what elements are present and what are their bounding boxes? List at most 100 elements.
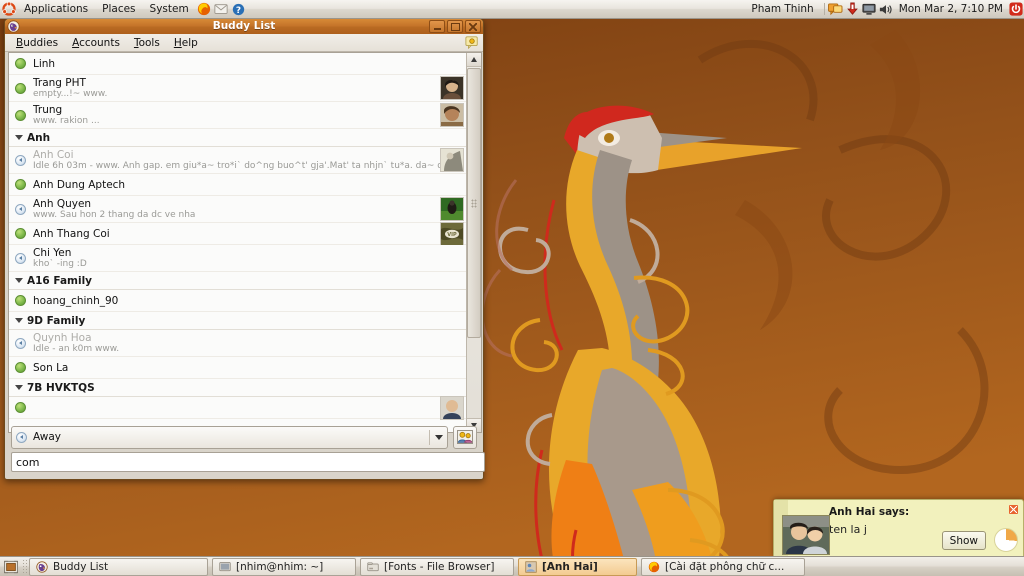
buddy-list-scroll-area[interactable]: Linh Trang PHT empty...!~ www. Trung www. ra… xyxy=(8,52,482,433)
online-status-icon xyxy=(15,179,26,190)
scrollbar-thumb[interactable] xyxy=(467,68,481,338)
show-desktop-icon[interactable] xyxy=(1,558,20,575)
online-status-icon xyxy=(15,82,26,94)
expander-triangle-icon[interactable] xyxy=(15,278,23,283)
buddy-status-message: Idle - an k0m www. xyxy=(33,343,120,354)
close-button[interactable] xyxy=(465,20,481,33)
buddy-list-item[interactable]: Anh Thang Coi VIP xyxy=(9,221,466,246)
buddy-name: Quynh Hoa xyxy=(33,331,92,344)
status-dropdown-arrow[interactable] xyxy=(429,429,443,445)
buddy-list-item[interactable]: Anh Dung Aptech xyxy=(9,174,466,196)
expander-triangle-icon[interactable] xyxy=(15,385,23,390)
away-status-icon xyxy=(15,337,26,349)
ubuntu-logo-icon[interactable] xyxy=(0,1,17,18)
buddy-status-message: Idle 6h 03m - www. Anh gap. em giu*a~ tr… xyxy=(33,160,440,171)
avatar xyxy=(440,395,464,420)
task-buddy-list[interactable]: Buddy List xyxy=(29,557,208,576)
buddy-status-message: kho` -ing :D xyxy=(33,258,87,269)
task-anh-hai-chat[interactable]: [Anh Hai] xyxy=(518,557,637,576)
buddy-status-message: www. rakion ... xyxy=(33,115,100,126)
menu-system[interactable]: System xyxy=(143,1,196,18)
away-status-icon xyxy=(15,252,26,264)
expander-triangle-icon[interactable] xyxy=(15,135,23,140)
window-title: Buddy List xyxy=(212,20,276,32)
menu-help[interactable]: Help xyxy=(167,35,205,51)
avatar xyxy=(782,515,830,555)
mail-icon[interactable] xyxy=(213,1,230,18)
buddy-list-item[interactable]: Trung www. rakion ... xyxy=(9,102,466,129)
task-file-browser[interactable]: [Fonts - File Browser] xyxy=(360,557,514,576)
update-manager-icon[interactable] xyxy=(844,1,861,18)
buddy-group-header[interactable]: Anh xyxy=(9,129,466,147)
buddy-name: Linh xyxy=(33,57,56,70)
chat-notification-icon[interactable] xyxy=(827,1,844,18)
window-controls[interactable] xyxy=(429,20,481,33)
buddy-status-message: empty...!~ www. xyxy=(33,88,108,99)
buddy-name: Trang PHT xyxy=(33,76,86,89)
buddy-group-header[interactable]: 9D Family xyxy=(9,312,466,330)
volume-icon[interactable] xyxy=(878,1,895,18)
menu-applications[interactable]: Applications xyxy=(17,1,95,18)
protocol-status-icon[interactable] xyxy=(465,35,479,50)
away-status-icon xyxy=(15,203,26,215)
buddy-list-item[interactable]: Quynh Hoa Idle - an k0m www. xyxy=(9,330,466,357)
online-status-icon xyxy=(15,58,26,69)
panel-handle[interactable] xyxy=(22,559,27,574)
buddy-list-item[interactable]: Anh Coi Idle 6h 03m - www. Anh gap. em gi… xyxy=(9,147,466,174)
firefox-icon[interactable] xyxy=(196,1,213,18)
buddy-text: hoang_chinh_90 xyxy=(33,295,466,307)
pidgin-icon xyxy=(7,20,20,33)
scroll-up-button[interactable] xyxy=(467,53,481,67)
buddy-list[interactable]: Linh Trang PHT empty...!~ www. Trung www. ra… xyxy=(9,53,466,432)
buddy-name: hoang_chinh_90 xyxy=(33,294,119,307)
display-icon[interactable] xyxy=(861,1,878,18)
vertical-scrollbar[interactable] xyxy=(466,53,481,432)
buddy-text: Chi Yen kho` -ing :D xyxy=(33,247,466,270)
help-icon[interactable]: ? xyxy=(230,1,247,18)
top-panel: Applications Places System ? Pham Thinh … xyxy=(0,0,1024,19)
buddy-list-item[interactable]: Trang PHT empty...!~ www. xyxy=(9,75,466,102)
menu-buddies[interactable]: Buddies xyxy=(9,35,65,51)
buddy-list-item[interactable]: hoang_chinh_90 xyxy=(9,290,466,312)
menu-accounts[interactable]: Accounts xyxy=(65,35,127,51)
firefox-icon xyxy=(648,561,660,573)
expander-triangle-icon[interactable] xyxy=(15,318,23,323)
buddy-list-window[interactable]: Buddy List Buddies Accounts Tools Help L… xyxy=(4,18,485,480)
buddy-list-item[interactable]: Linh xyxy=(9,53,466,75)
shutdown-icon[interactable] xyxy=(1007,1,1024,18)
avatar xyxy=(440,148,464,172)
group-label: Anh xyxy=(27,131,51,144)
minimize-button[interactable] xyxy=(429,20,445,33)
buddy-list-item[interactable]: Son La xyxy=(9,357,466,379)
user-name-label[interactable]: Pham Thinh xyxy=(747,3,821,15)
buddy-list-item[interactable] xyxy=(9,395,466,420)
buddy-name: Son La xyxy=(33,361,69,374)
buddy-group-header[interactable]: 7B HVKTQS xyxy=(9,379,466,397)
status-selector[interactable]: Away xyxy=(11,425,448,449)
buddy-name: Anh Coi xyxy=(33,148,74,161)
close-icon[interactable] xyxy=(1009,505,1018,514)
buddy-list-item[interactable]: Chi Yen kho` -ing :D xyxy=(9,245,466,272)
buddy-group-header[interactable]: A16 Family xyxy=(9,272,466,290)
online-status-icon xyxy=(15,228,26,239)
menu-places[interactable]: Places xyxy=(95,1,142,18)
show-button[interactable]: Show xyxy=(941,531,986,550)
online-status-icon xyxy=(15,362,26,373)
avatar xyxy=(440,197,464,221)
search-input[interactable]: com xyxy=(11,452,485,472)
buddy-name: Anh Thang Coi xyxy=(33,227,110,240)
buddy-status-message: www. Sau hon 2 thang da dc ve nha xyxy=(33,209,196,220)
task-firefox[interactable]: [Cài đặt phông chữ c... xyxy=(641,557,805,576)
buddy-list-item[interactable]: Anh Quyen www. Sau hon 2 thang da dc ve n… xyxy=(9,196,466,223)
clock[interactable]: Mon Mar 2, 7:10 PM xyxy=(895,3,1007,15)
menubar[interactable]: Buddies Accounts Tools Help xyxy=(5,34,483,52)
message-notification-popup[interactable]: Anh Hai says: ten la j Show xyxy=(773,499,1024,557)
maximize-button[interactable] xyxy=(447,20,463,33)
task-terminal[interactable]: [nhim@nhim: ~] xyxy=(212,557,356,576)
svg-text:?: ? xyxy=(236,5,241,15)
buddy-name: Trung xyxy=(33,103,63,116)
status-row[interactable]: Away xyxy=(11,425,477,449)
window-titlebar[interactable]: Buddy List xyxy=(5,19,483,34)
accounts-button[interactable] xyxy=(453,425,477,449)
menu-tools[interactable]: Tools xyxy=(127,35,167,51)
